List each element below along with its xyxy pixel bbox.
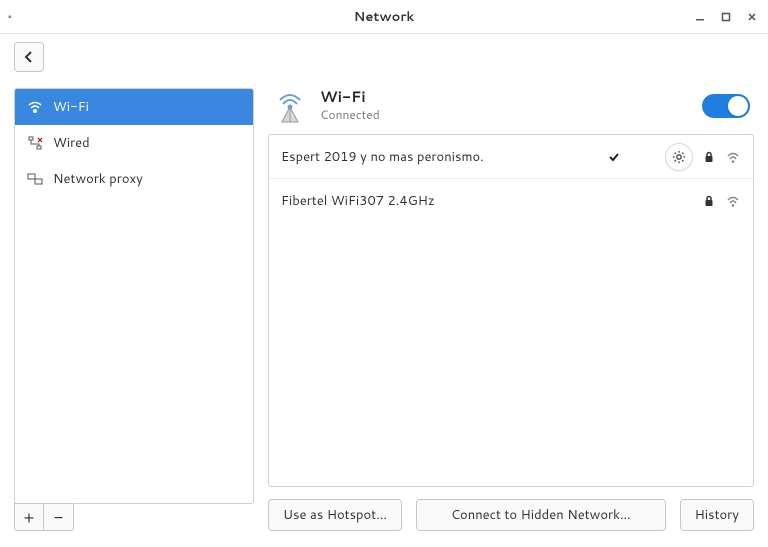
network-list: Espert 2019 y no mas peronismo. <box>268 134 754 487</box>
hotspot-button[interactable]: Use as Hotspot... <box>268 499 402 531</box>
network-name: Espert 2019 y no mas peronismo. <box>281 148 599 166</box>
proxy-icon <box>27 171 43 187</box>
back-button[interactable] <box>14 42 44 72</box>
wifi-antenna-icon <box>272 88 308 124</box>
sidebar-item-proxy[interactable]: Network proxy <box>15 161 253 197</box>
remove-button[interactable]: − <box>44 503 74 531</box>
panel-header: Wi-Fi Connected <box>268 88 754 134</box>
close-button[interactable] <box>746 11 758 23</box>
history-button[interactable]: History <box>680 499 754 531</box>
hidden-network-button[interactable]: Connect to Hidden Network... <box>416 499 666 531</box>
sidebar-item-label: Network proxy <box>53 170 241 188</box>
lock-icon <box>701 149 717 165</box>
network-settings-button[interactable] <box>665 143 693 171</box>
sidebar-item-wired[interactable]: Wired <box>15 125 253 161</box>
sidebar-footer: + − <box>14 503 254 531</box>
sidebar: Wi-Fi Wired Network proxy + − <box>14 88 254 531</box>
toolbar <box>0 34 768 80</box>
network-row[interactable]: Fibertel WiFi307 2.4GHz <box>269 179 753 223</box>
sidebar-item-label: Wi-Fi <box>53 98 241 116</box>
toggle-knob <box>728 96 748 116</box>
gear-icon <box>672 150 686 164</box>
bottom-buttons: Use as Hotspot... Connect to Hidden Netw… <box>268 487 754 531</box>
panel-title: Wi-Fi <box>320 89 690 106</box>
wifi-icon <box>27 99 43 115</box>
sidebar-list: Wi-Fi Wired Network proxy <box>14 88 254 504</box>
panel-subtitle: Connected <box>320 106 690 123</box>
menu-indicator-icon: ▪ <box>8 10 12 24</box>
network-name: Fibertel WiFi307 2.4GHz <box>281 192 693 210</box>
wired-icon <box>27 135 43 151</box>
network-row[interactable]: Espert 2019 y no mas peronismo. <box>269 135 753 179</box>
titlebar: ▪ Network <box>0 0 768 34</box>
connected-check-icon <box>607 150 621 164</box>
wifi-toggle[interactable] <box>702 94 750 118</box>
sidebar-item-label: Wired <box>53 134 241 152</box>
sidebar-item-wifi[interactable]: Wi-Fi <box>15 89 253 125</box>
maximize-button[interactable] <box>720 11 732 23</box>
signal-icon <box>725 149 741 165</box>
minimize-button[interactable] <box>694 11 706 23</box>
window-title: Network <box>354 8 414 26</box>
add-button[interactable]: + <box>14 503 44 531</box>
signal-icon <box>725 193 741 209</box>
lock-icon <box>701 193 717 209</box>
window-controls <box>694 11 758 23</box>
